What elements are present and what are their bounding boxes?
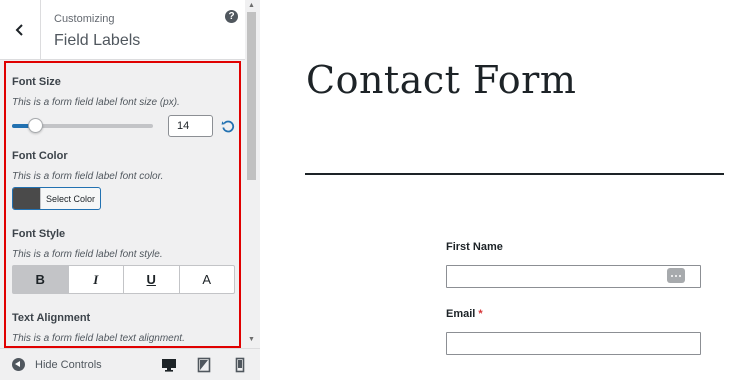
sidebar-header: Customizing Field Labels ?: [0, 0, 245, 60]
chevron-left-icon: [15, 24, 23, 36]
underline-button[interactable]: U: [124, 266, 180, 293]
font-style-description: This is a form field label font style.: [12, 249, 163, 260]
field-labels-panel: Font Size This is a form field label fon…: [4, 61, 241, 348]
text-alignment-label: Text Alignment: [12, 312, 91, 324]
tablet-icon[interactable]: [196, 357, 212, 373]
title-divider: [305, 173, 724, 175]
hide-controls-label: Hide Controls: [35, 358, 102, 371]
scroll-up-icon[interactable]: ▲: [248, 2, 255, 9]
scroll-thumb[interactable]: [247, 12, 256, 180]
font-style-button-group: B I U A: [12, 265, 235, 294]
text-alignment-description: This is a form field label text alignmen…: [12, 333, 185, 344]
sidebar-footer: Hide Controls: [0, 348, 260, 380]
first-name-input[interactable]: [446, 265, 701, 288]
customizer-sidebar: Customizing Field Labels ? ▲ ▼ Font Size…: [0, 0, 260, 380]
section-title: Field Labels: [54, 32, 141, 49]
collapse-icon: [12, 358, 25, 371]
mobile-icon[interactable]: [232, 357, 248, 373]
color-swatch: [13, 188, 40, 209]
font-size-label: Font Size: [12, 76, 61, 88]
sidebar-scrollbar[interactable]: ▲ ▼: [245, 0, 260, 348]
bold-button[interactable]: B: [13, 266, 69, 293]
first-name-label: First Name: [446, 241, 503, 253]
font-color-label: Font Color: [12, 150, 68, 162]
scroll-down-icon[interactable]: ▼: [248, 336, 255, 343]
normal-style-button[interactable]: A: [180, 266, 235, 293]
email-label: Email *: [446, 308, 483, 320]
page-title: Contact Form: [306, 58, 577, 102]
email-input[interactable]: [446, 332, 701, 355]
font-size-slider-handle[interactable]: [28, 118, 44, 133]
help-icon[interactable]: ?: [225, 10, 238, 23]
desktop-icon[interactable]: [161, 357, 177, 373]
italic-button[interactable]: I: [69, 266, 124, 293]
site-preview: Contact Form First Name Email *: [261, 0, 732, 380]
select-color-label: Select Color: [40, 188, 100, 209]
select-color-button[interactable]: Select Color: [12, 187, 101, 210]
hide-controls-button[interactable]: Hide Controls: [12, 358, 102, 371]
font-size-input[interactable]: 14: [168, 115, 213, 137]
font-style-label: Font Style: [12, 228, 66, 240]
font-size-description: This is a form field label font size (px…: [12, 97, 180, 108]
required-asterisk: *: [478, 308, 483, 320]
back-button[interactable]: [0, 0, 41, 60]
font-color-description: This is a form field label font color.: [12, 171, 164, 182]
customizing-label: Customizing: [54, 13, 115, 25]
reset-icon[interactable]: [221, 119, 235, 133]
autofill-dots-icon[interactable]: [667, 268, 685, 283]
